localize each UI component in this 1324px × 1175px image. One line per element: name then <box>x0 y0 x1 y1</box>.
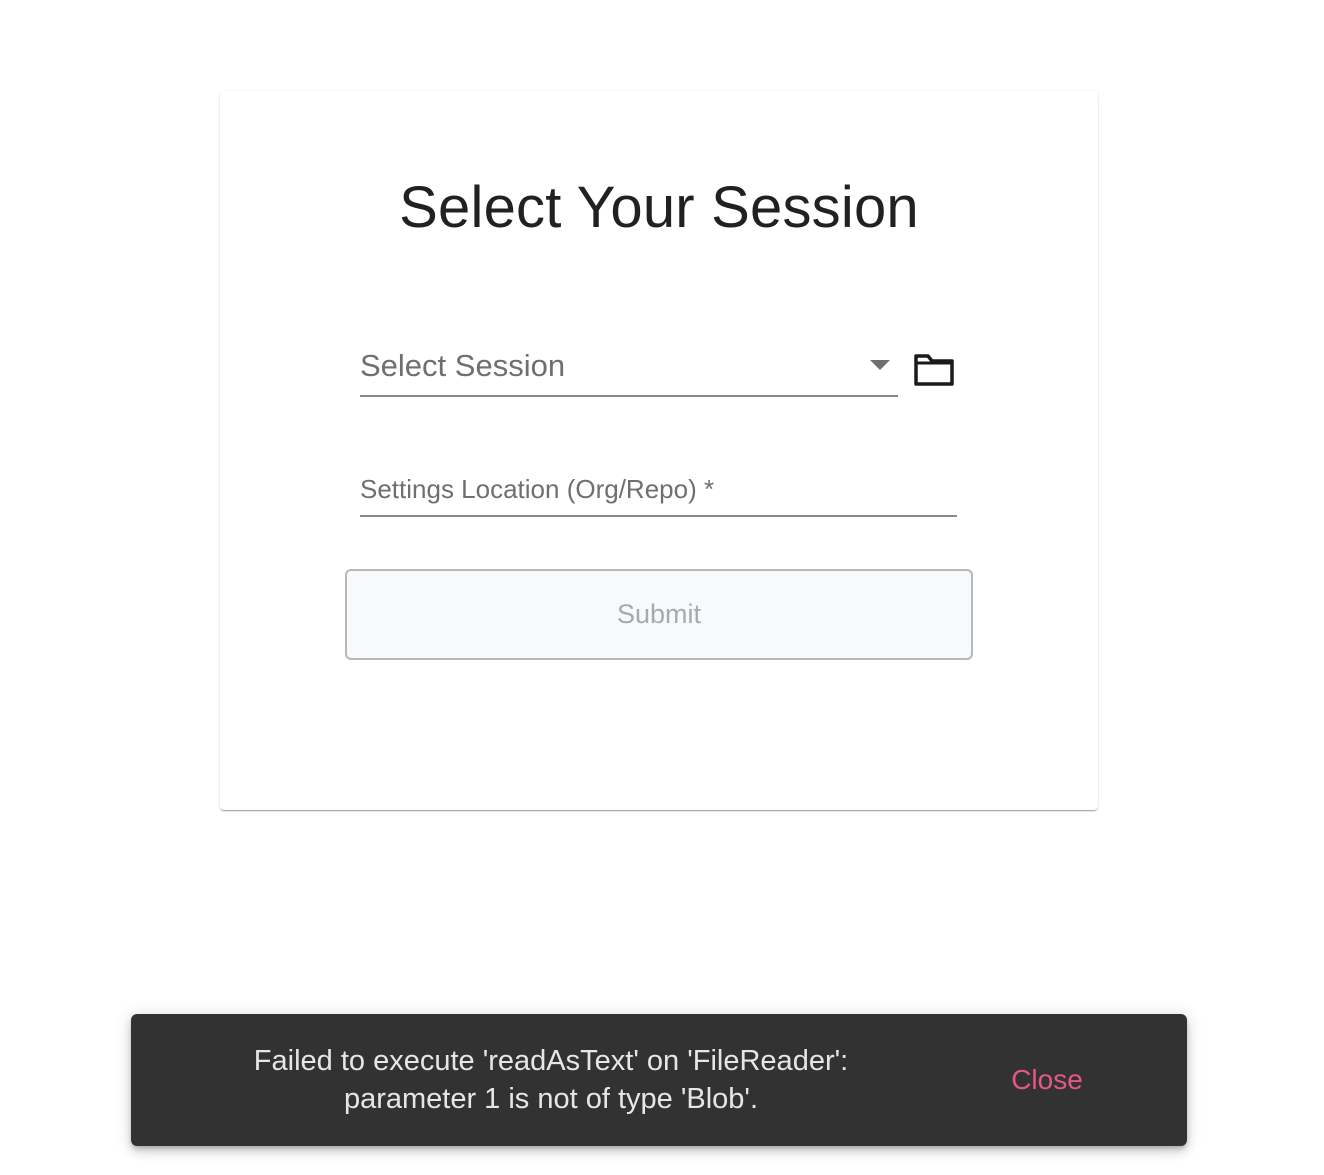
session-select-label: Select Session <box>360 348 566 383</box>
error-snackbar: Failed to execute 'readAsText' on 'FileR… <box>131 1014 1187 1146</box>
chevron-down-icon[interactable] <box>870 360 890 370</box>
settings-location-input[interactable] <box>360 465 957 513</box>
page: Select Your Session Select Session Submi… <box>0 0 1324 1175</box>
session-select[interactable]: Select Session <box>360 340 898 397</box>
folder-icon <box>914 354 954 386</box>
settings-location-field[interactable] <box>360 465 957 517</box>
snackbar-message: Failed to execute 'readAsText' on 'FileR… <box>191 1042 911 1118</box>
page-title: Select Your Session <box>399 175 919 240</box>
snackbar-close-button[interactable]: Close <box>993 1056 1101 1104</box>
snackbar-message-line-2: parameter 1 is not of type 'Blob'. <box>343 1083 759 1115</box>
submit-button[interactable]: Submit <box>345 569 973 660</box>
open-folder-button[interactable] <box>908 346 960 394</box>
snackbar-message-line-1: Failed to execute 'readAsText' on 'FileR… <box>253 1045 849 1077</box>
